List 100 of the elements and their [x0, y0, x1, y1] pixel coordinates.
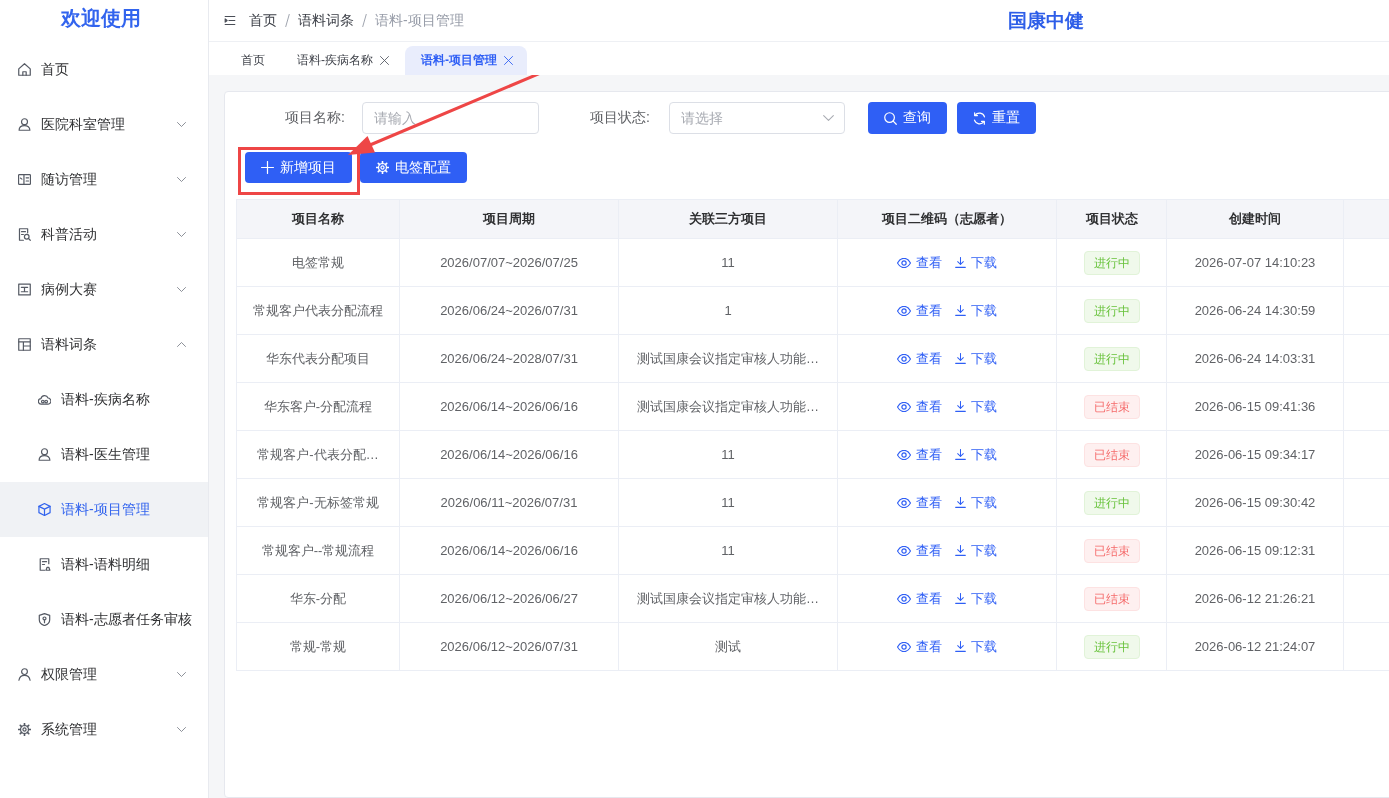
menu-item[interactable]: 语料词条: [0, 317, 208, 372]
search-button[interactable]: 查询: [868, 102, 947, 134]
shield-icon: [38, 613, 51, 626]
submenu-item[interactable]: 语料-项目管理: [0, 482, 208, 537]
eye-icon: [897, 593, 911, 604]
table-cell: 电签常规: [236, 238, 400, 287]
download-icon: [955, 449, 966, 460]
table-cell: 2026/06/14~2026/06/16: [399, 430, 619, 479]
download-link[interactable]: 下载: [955, 589, 997, 608]
table-cell: 2026-06-24 14:30:59: [1166, 286, 1344, 335]
download-link[interactable]: 下载: [955, 349, 997, 368]
tab[interactable]: 语料-项目管理: [405, 46, 527, 75]
submenu-item[interactable]: 语料-语料明细: [0, 537, 208, 592]
refresh-icon: [973, 111, 986, 125]
document-icon: [38, 558, 51, 571]
table-cell: 2026-06-15 09:12:31: [1166, 526, 1344, 575]
download-link[interactable]: 下载: [955, 445, 997, 464]
download-icon: [955, 353, 966, 364]
table-cell: 华东客户-分配流程: [236, 382, 400, 431]
table-cell: 2026/06/12~2026/07/31: [399, 622, 619, 671]
search-icon: [884, 111, 897, 125]
table-cell: 测试国康会议指定审核人功能…: [618, 382, 838, 431]
status-tag: 进行中: [1083, 634, 1140, 659]
table-cell: 测试: [618, 622, 838, 671]
reset-button[interactable]: 重置: [957, 102, 1036, 134]
view-link[interactable]: 查看: [897, 637, 942, 656]
menu-icon[interactable]: [224, 15, 236, 26]
menu-item[interactable]: 病例大赛: [0, 262, 208, 317]
close-icon[interactable]: [380, 56, 389, 65]
view-link[interactable]: 查看: [897, 445, 942, 464]
settings-icon: [376, 161, 389, 174]
view-link[interactable]: 查看: [897, 253, 942, 272]
view-link[interactable]: 查看: [897, 493, 942, 512]
view-link[interactable]: 查看: [897, 349, 942, 368]
view-link[interactable]: 查看: [897, 541, 942, 560]
menu-item[interactable]: 首页: [0, 42, 208, 97]
view-link[interactable]: 查看: [897, 397, 942, 416]
table-cell: 2026/06/24~2028/07/31: [399, 334, 619, 383]
table-cell: 2026/06/11~2026/07/31: [399, 478, 619, 527]
list-icon: [18, 283, 31, 296]
table-cell: 11: [618, 238, 838, 287]
menu-item[interactable]: 科普活动: [0, 207, 208, 262]
eye-icon: [897, 545, 911, 556]
eye-icon: [897, 401, 911, 412]
id-card-icon: [18, 173, 31, 186]
menu-item[interactable]: 随访管理: [0, 152, 208, 207]
view-link[interactable]: 查看: [897, 589, 942, 608]
table-cell: 常规-常规: [236, 622, 400, 671]
column-header: 关联三方项目: [618, 199, 838, 239]
user-icon: [38, 448, 51, 461]
eye-icon: [897, 497, 911, 508]
text-input[interactable]: 请输入: [362, 102, 539, 134]
column-header: 项目周期: [399, 199, 619, 239]
download-link[interactable]: 下载: [955, 301, 997, 320]
download-link[interactable]: 下载: [955, 253, 997, 272]
download-link[interactable]: 下载: [955, 493, 997, 512]
table-cell: 2026/06/14~2026/06/16: [399, 382, 619, 431]
table-cell: 1: [618, 286, 838, 335]
menu-item[interactable]: 系统管理: [0, 702, 208, 757]
download-icon: [955, 545, 966, 556]
close-icon[interactable]: [504, 56, 513, 65]
field-label: 项目状态:: [589, 109, 650, 127]
download-link[interactable]: 下载: [955, 637, 997, 656]
table-cell: 测试国康会议指定审核人功能…: [618, 574, 838, 623]
breadcrumb-link[interactable]: 首页: [249, 11, 277, 30]
status-tag: 已结束: [1083, 394, 1140, 419]
submenu-item[interactable]: 语料-志愿者任务审核: [0, 592, 208, 647]
eye-icon: [897, 305, 911, 316]
download-icon: [955, 257, 966, 268]
menu-item[interactable]: 医院科室管理: [0, 97, 208, 152]
app-title: 欢迎使用: [59, 5, 142, 31]
table-cell: 11: [618, 526, 838, 575]
breadcrumb-link[interactable]: 语料词条: [298, 11, 354, 30]
layout-icon: [18, 338, 31, 351]
download-link[interactable]: 下载: [955, 541, 997, 560]
table-cell: 2026/06/14~2026/06/16: [399, 526, 619, 575]
eye-icon: [897, 353, 911, 364]
table-cell: 常规客户--常规流程: [236, 526, 400, 575]
tab[interactable]: 首页: [225, 46, 281, 75]
table-cell: 2026/06/12~2026/06/27: [399, 574, 619, 623]
table-cell: 常规客户-无标签常规: [236, 478, 400, 527]
menu-item[interactable]: 权限管理: [0, 647, 208, 702]
status-tag: 进行中: [1083, 346, 1140, 371]
tab[interactable]: 语料-疾病名称: [281, 46, 405, 75]
submenu-item[interactable]: 语料-疾病名称: [0, 372, 208, 427]
column-header: 项目状态: [1056, 199, 1167, 239]
table-cell: 2026-06-12 21:24:07: [1166, 622, 1344, 671]
field-label: 项目名称:: [284, 109, 345, 127]
settings-button[interactable]: 电签配置: [360, 152, 467, 183]
select-field[interactable]: 请选择: [669, 102, 845, 134]
eye-icon: [897, 641, 911, 652]
add-button[interactable]: 新增项目: [245, 152, 352, 183]
download-icon: [955, 497, 966, 508]
download-icon: [955, 401, 966, 412]
download-link[interactable]: 下载: [955, 397, 997, 416]
chevron-down-icon: [823, 115, 834, 121]
table-cell: 2026-06-15 09:30:42: [1166, 478, 1344, 527]
slash-icon: [362, 14, 367, 27]
submenu-item[interactable]: 语料-医生管理: [0, 427, 208, 482]
view-link[interactable]: 查看: [897, 301, 942, 320]
